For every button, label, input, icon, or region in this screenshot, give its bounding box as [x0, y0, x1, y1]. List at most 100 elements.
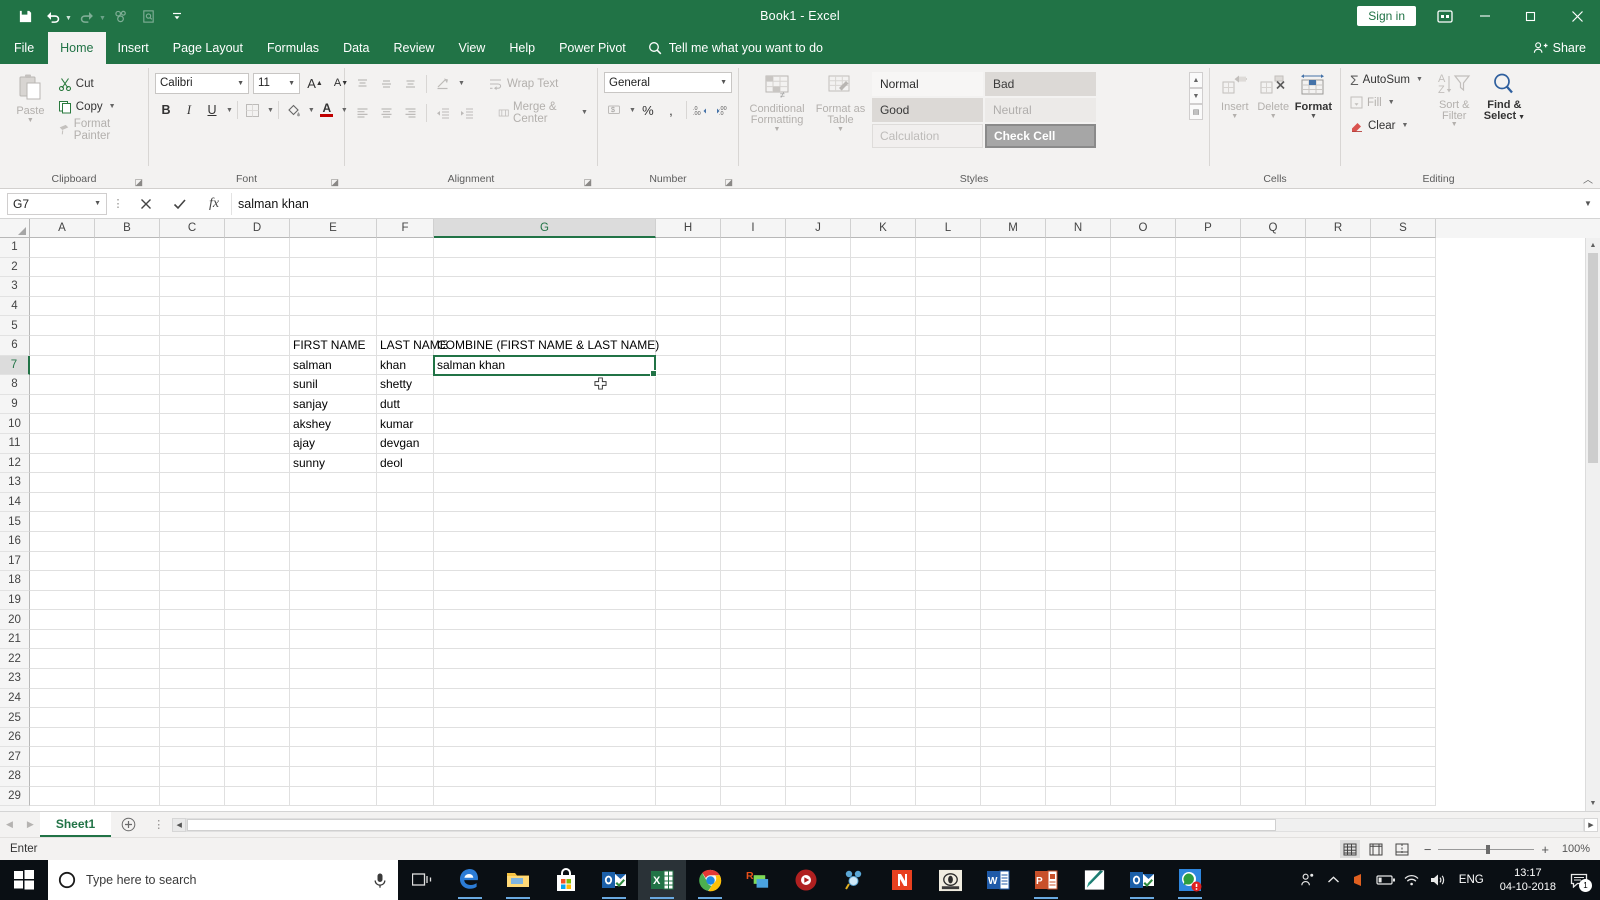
- cell-O15[interactable]: [1111, 512, 1176, 532]
- cell-M8[interactable]: [981, 375, 1046, 395]
- cell-N29[interactable]: [1046, 786, 1111, 807]
- cell-R28[interactable]: [1306, 767, 1371, 787]
- cell-S1[interactable]: [1371, 238, 1436, 258]
- cell-I25[interactable]: [721, 708, 786, 728]
- cell-O24[interactable]: [1111, 688, 1176, 709]
- cell-I27[interactable]: [721, 747, 786, 768]
- cell-H24[interactable]: [656, 688, 721, 709]
- cell-D2[interactable]: [225, 257, 290, 278]
- cell-J25[interactable]: [786, 708, 851, 728]
- tab-insert[interactable]: Insert: [106, 32, 161, 64]
- cell-G5[interactable]: [434, 316, 656, 336]
- cell-P11[interactable]: [1176, 433, 1241, 454]
- cell-S3[interactable]: [1371, 277, 1436, 297]
- cell-J1[interactable]: [786, 238, 851, 258]
- row-header-19[interactable]: 19: [0, 590, 30, 611]
- cell-R21[interactable]: [1306, 629, 1371, 650]
- cell-L4[interactable]: [916, 296, 981, 317]
- autosum-dropdown-icon[interactable]: ▼: [1416, 76, 1423, 83]
- cell-I24[interactable]: [721, 688, 786, 709]
- cell-O10[interactable]: [1111, 414, 1176, 434]
- cell-N2[interactable]: [1046, 257, 1111, 278]
- decrease-indent-button[interactable]: [432, 102, 454, 124]
- cell-F3[interactable]: [377, 277, 434, 297]
- cell-D29[interactable]: [225, 786, 290, 807]
- cell-B22[interactable]: [95, 649, 160, 670]
- zoom-out-button[interactable]: −: [1424, 842, 1432, 857]
- cell-B21[interactable]: [95, 629, 160, 650]
- cell-J3[interactable]: [786, 277, 851, 297]
- cell-M11[interactable]: [981, 433, 1046, 454]
- cell-H25[interactable]: [656, 708, 721, 728]
- cell-I3[interactable]: [721, 277, 786, 297]
- cell-J15[interactable]: [786, 512, 851, 532]
- cell-N13[interactable]: [1046, 473, 1111, 493]
- cell-J26[interactable]: [786, 727, 851, 748]
- row-header-9[interactable]: 9: [0, 394, 30, 415]
- cell-H1[interactable]: [656, 238, 721, 258]
- row-header-20[interactable]: 20: [0, 610, 30, 630]
- cell-N9[interactable]: [1046, 394, 1111, 415]
- cell-A26[interactable]: [30, 727, 95, 748]
- cell-I23[interactable]: [721, 669, 786, 689]
- touch-mode-icon[interactable]: [108, 4, 134, 28]
- taskbar-icon-outlook[interactable]: [590, 860, 638, 900]
- cell-A24[interactable]: [30, 688, 95, 709]
- cell-B28[interactable]: [95, 767, 160, 787]
- row-header-26[interactable]: 26: [0, 727, 30, 748]
- cell-S15[interactable]: [1371, 512, 1436, 532]
- cell-R2[interactable]: [1306, 257, 1371, 278]
- cell-H3[interactable]: [656, 277, 721, 297]
- cell-B27[interactable]: [95, 747, 160, 768]
- cell-D17[interactable]: [225, 551, 290, 572]
- cell-G19[interactable]: [434, 590, 656, 611]
- cell-M4[interactable]: [981, 296, 1046, 317]
- cell-J27[interactable]: [786, 747, 851, 768]
- cell-S27[interactable]: [1371, 747, 1436, 768]
- cell-K5[interactable]: [851, 316, 916, 336]
- styles-scroll-up-icon[interactable]: ▲: [1189, 72, 1203, 88]
- cell-F12[interactable]: deol: [377, 453, 434, 474]
- ribbon-display-options-icon[interactable]: [1428, 0, 1462, 32]
- cell-F16[interactable]: [377, 531, 434, 552]
- column-header-f[interactable]: F: [377, 219, 434, 238]
- cell-M29[interactable]: [981, 786, 1046, 807]
- cell-I7[interactable]: [721, 355, 786, 376]
- cell-N3[interactable]: [1046, 277, 1111, 297]
- cell-M26[interactable]: [981, 727, 1046, 748]
- cell-N24[interactable]: [1046, 688, 1111, 709]
- cell-K12[interactable]: [851, 453, 916, 474]
- action-center-button[interactable]: 1: [1564, 860, 1594, 900]
- cell-O7[interactable]: [1111, 355, 1176, 376]
- conditional-formatting-button[interactable]: ≠ Conditional Formatting ▼: [745, 70, 809, 133]
- cell-style-neutral[interactable]: Neutral: [984, 98, 1096, 122]
- view-page-break-button[interactable]: [1392, 840, 1412, 858]
- row-header-10[interactable]: 10: [0, 414, 30, 434]
- cell-J2[interactable]: [786, 257, 851, 278]
- cell-R19[interactable]: [1306, 590, 1371, 611]
- fill-color-button[interactable]: [283, 99, 305, 121]
- cell-area[interactable]: FIRST NAME LAST NAME COMBINE (FIRST NAME &…: [30, 238, 1600, 811]
- cell-N5[interactable]: [1046, 316, 1111, 336]
- cell-L25[interactable]: [916, 708, 981, 728]
- cell-M6[interactable]: [981, 335, 1046, 356]
- cell-H17[interactable]: [656, 551, 721, 572]
- align-top-button[interactable]: [351, 73, 373, 95]
- cell-R25[interactable]: [1306, 708, 1371, 728]
- row-header-23[interactable]: 23: [0, 669, 30, 689]
- cell-P3[interactable]: [1176, 277, 1241, 297]
- cell-F15[interactable]: [377, 512, 434, 532]
- taskbar-icon-microsoft-store[interactable]: [542, 860, 590, 900]
- cell-Q5[interactable]: [1241, 316, 1306, 336]
- hscroll-left-icon[interactable]: ◀: [172, 817, 187, 832]
- cell-M9[interactable]: [981, 394, 1046, 415]
- format-as-table-button[interactable]: Format as Table ▼: [813, 70, 868, 133]
- cell-N11[interactable]: [1046, 433, 1111, 454]
- cell-E12[interactable]: sunny: [290, 453, 377, 474]
- sheet-nav-buttons[interactable]: ◀ ▶: [0, 812, 40, 837]
- cell-I18[interactable]: [721, 571, 786, 591]
- cell-O18[interactable]: [1111, 571, 1176, 591]
- cell-N16[interactable]: [1046, 531, 1111, 552]
- sort-filter-button[interactable]: AZ Sort & Filter ▼: [1430, 68, 1479, 128]
- cell-R27[interactable]: [1306, 747, 1371, 768]
